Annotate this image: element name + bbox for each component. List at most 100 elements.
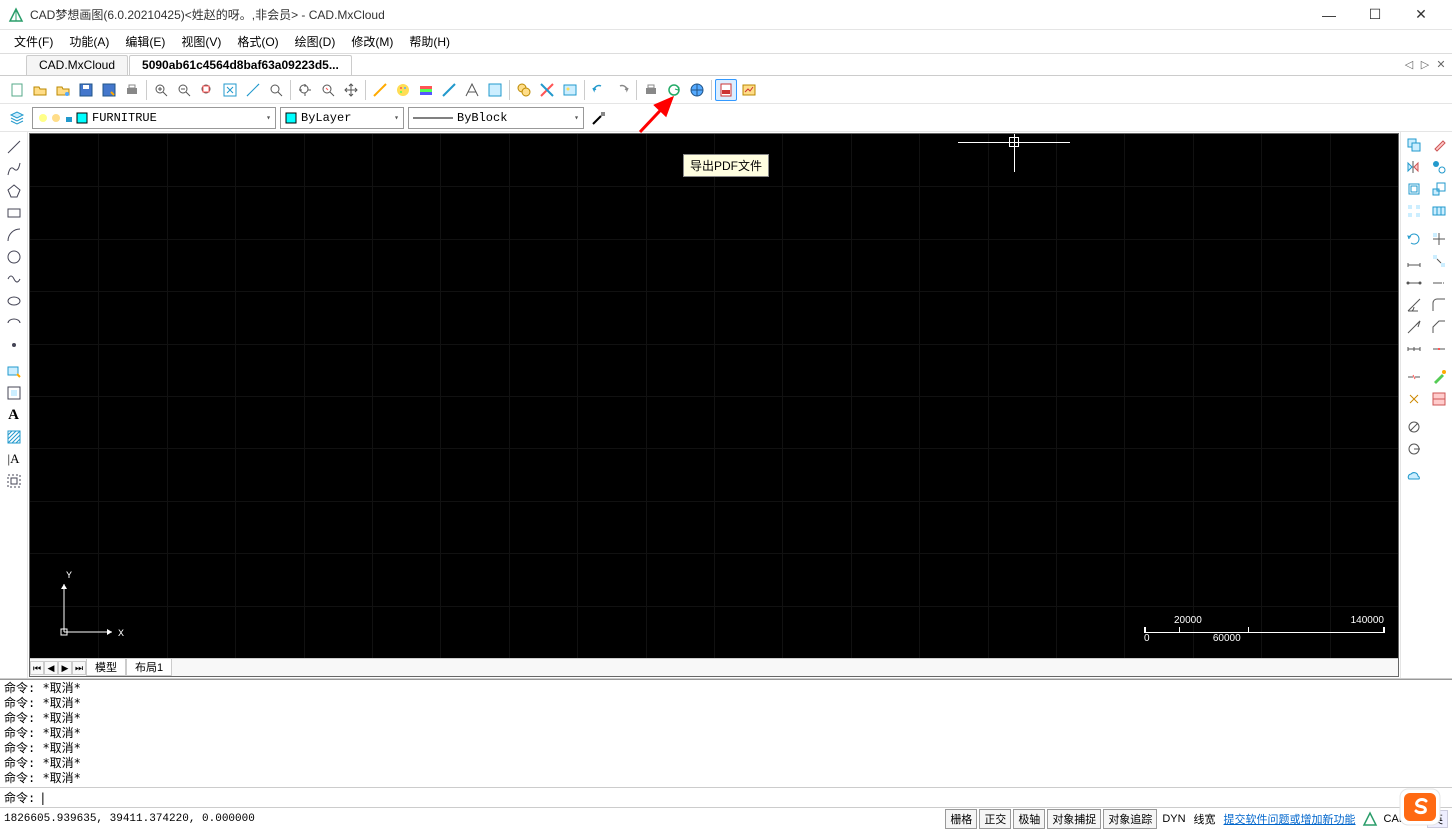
dim-angular-icon[interactable] [1403,294,1425,316]
tab-document[interactable]: 5090ab61c4564d8baf63a09223d5... [129,55,352,75]
scale-tool-icon[interactable] [1428,178,1450,200]
print-icon[interactable] [121,79,143,101]
trim-tool-icon[interactable] [1428,228,1450,250]
move-tool-icon[interactable] [1428,156,1450,178]
redo-icon[interactable] [611,79,633,101]
copy-tool-icon[interactable] [1403,134,1425,156]
match-props-icon[interactable] [588,107,610,129]
save-icon[interactable] [75,79,97,101]
zoom-in-icon[interactable] [150,79,172,101]
layout-tab-layout1[interactable]: 布局1 [126,659,172,676]
erase-tool-icon[interactable] [1428,134,1450,156]
fillet-tool-icon[interactable] [1428,294,1450,316]
dim-continue-icon[interactable] [1403,338,1425,360]
point-tool-icon[interactable] [3,334,25,356]
export-pdf-icon[interactable] [715,79,737,101]
polygon-tool-icon[interactable] [3,180,25,202]
status-osnap-button[interactable]: 对象捕捉 [1047,809,1101,829]
status-lineweight[interactable]: 线宽 [1190,811,1220,827]
menu-draw[interactable]: 绘图(D) [287,31,344,52]
stretch-tool-icon[interactable] [1428,200,1450,222]
save-as-icon[interactable] [98,79,120,101]
refresh-icon[interactable] [663,79,685,101]
rectangle-tool-icon[interactable] [3,202,25,224]
zoom-previous-icon[interactable] [265,79,287,101]
tab-nav-left-icon[interactable]: ◁ [1402,58,1416,71]
hatch-tool-icon[interactable] [3,426,25,448]
menu-file[interactable]: 文件(F) [6,31,61,52]
open-file-icon[interactable] [29,79,51,101]
command-input[interactable] [39,789,1448,806]
text-style-icon[interactable] [461,79,483,101]
insert-block-icon[interactable] [3,360,25,382]
join-tool-icon[interactable] [1428,338,1450,360]
spline-tool-icon[interactable] [3,268,25,290]
dim-radius-icon[interactable] [1403,316,1425,338]
mtext-tool-icon[interactable]: |A [3,448,25,470]
region-tool-icon[interactable] [3,470,25,492]
menu-format[interactable]: 格式(O) [229,31,286,52]
rotate-tool-icon[interactable] [1403,228,1425,250]
lengthen-tool-icon[interactable] [1428,272,1450,294]
menu-help[interactable]: 帮助(H) [401,31,458,52]
tab-mxcloud[interactable]: CAD.MxCloud [26,55,128,75]
dim-style-icon[interactable] [484,79,506,101]
zoom-out-icon[interactable] [173,79,195,101]
menu-view[interactable]: 视图(V) [173,31,229,52]
layout-nav-last-icon[interactable]: ⏭ [72,661,86,675]
undo-icon[interactable] [588,79,610,101]
drawing-canvas[interactable]: X Y 20000 140000 0 60000 [30,134,1398,658]
polyline-tool-icon[interactable] [3,158,25,180]
circle-tool-icon[interactable] [3,246,25,268]
linetype-icon[interactable] [438,79,460,101]
make-block-icon[interactable] [3,382,25,404]
move-icon[interactable] [340,79,362,101]
dim-linear-icon[interactable] [1403,250,1425,272]
explode-tool-icon[interactable] [1403,388,1425,410]
status-dyn[interactable]: DYN [1158,813,1189,825]
web-icon[interactable] [686,79,708,101]
linetype-dropdown[interactable]: ByBlock ▾ [408,107,584,129]
extend-tool-icon[interactable] [1428,250,1450,272]
chamfer-tool-icon[interactable] [1428,316,1450,338]
tab-nav-close-icon[interactable]: ✕ [1434,58,1448,71]
measure-icon[interactable] [369,79,391,101]
dim-diameter-icon[interactable] [1403,416,1425,438]
maximize-button[interactable]: ☐ [1352,0,1398,30]
dim-ordinate-icon[interactable] [1403,438,1425,460]
pan-icon[interactable] [294,79,316,101]
find-icon[interactable] [513,79,535,101]
ellipse-arc-tool-icon[interactable] [3,312,25,334]
status-polar-button[interactable]: 极轴 [1013,809,1045,829]
zoom-window-icon[interactable] [196,79,218,101]
status-otrack-button[interactable]: 对象追踪 [1103,809,1157,829]
array-tool-icon[interactable] [1403,200,1425,222]
ime-indicator[interactable]: 英 [1427,810,1448,828]
export-image-icon[interactable] [738,79,760,101]
zoom-extents-icon[interactable] [219,79,241,101]
tab-nav-right-icon[interactable]: ▷ [1418,58,1432,71]
dim-aligned-icon[interactable] [1403,272,1425,294]
clip-tool-icon[interactable] [1428,388,1450,410]
zoom-realtime-icon[interactable] [317,79,339,101]
status-grid-button[interactable]: 栅格 [945,809,977,829]
zoom-scale-icon[interactable] [242,79,264,101]
image-icon[interactable] [559,79,581,101]
text-tool-icon[interactable]: A [3,404,25,426]
status-ortho-button[interactable]: 正交 [979,809,1011,829]
color-icon[interactable] [392,79,414,101]
cloud-tool-icon[interactable] [1403,466,1425,488]
menu-modify[interactable]: 修改(M) [343,31,401,52]
arc-tool-icon[interactable] [3,224,25,246]
layout-nav-prev-icon[interactable]: ◀ [44,661,58,675]
layout-nav-next-icon[interactable]: ▶ [58,661,72,675]
layer-manager-icon[interactable] [6,107,28,129]
close-button[interactable]: ✕ [1398,0,1444,30]
color-dropdown[interactable]: ByLayer ▾ [280,107,404,129]
status-feedback-link[interactable]: 提交软件问题或增加新功能 [1220,811,1360,827]
purge-icon[interactable] [536,79,558,101]
menu-functions[interactable]: 功能(A) [61,31,117,52]
paint-tool-icon[interactable] [1428,366,1450,388]
layer-props-icon[interactable] [415,79,437,101]
minimize-button[interactable]: — [1306,0,1352,30]
